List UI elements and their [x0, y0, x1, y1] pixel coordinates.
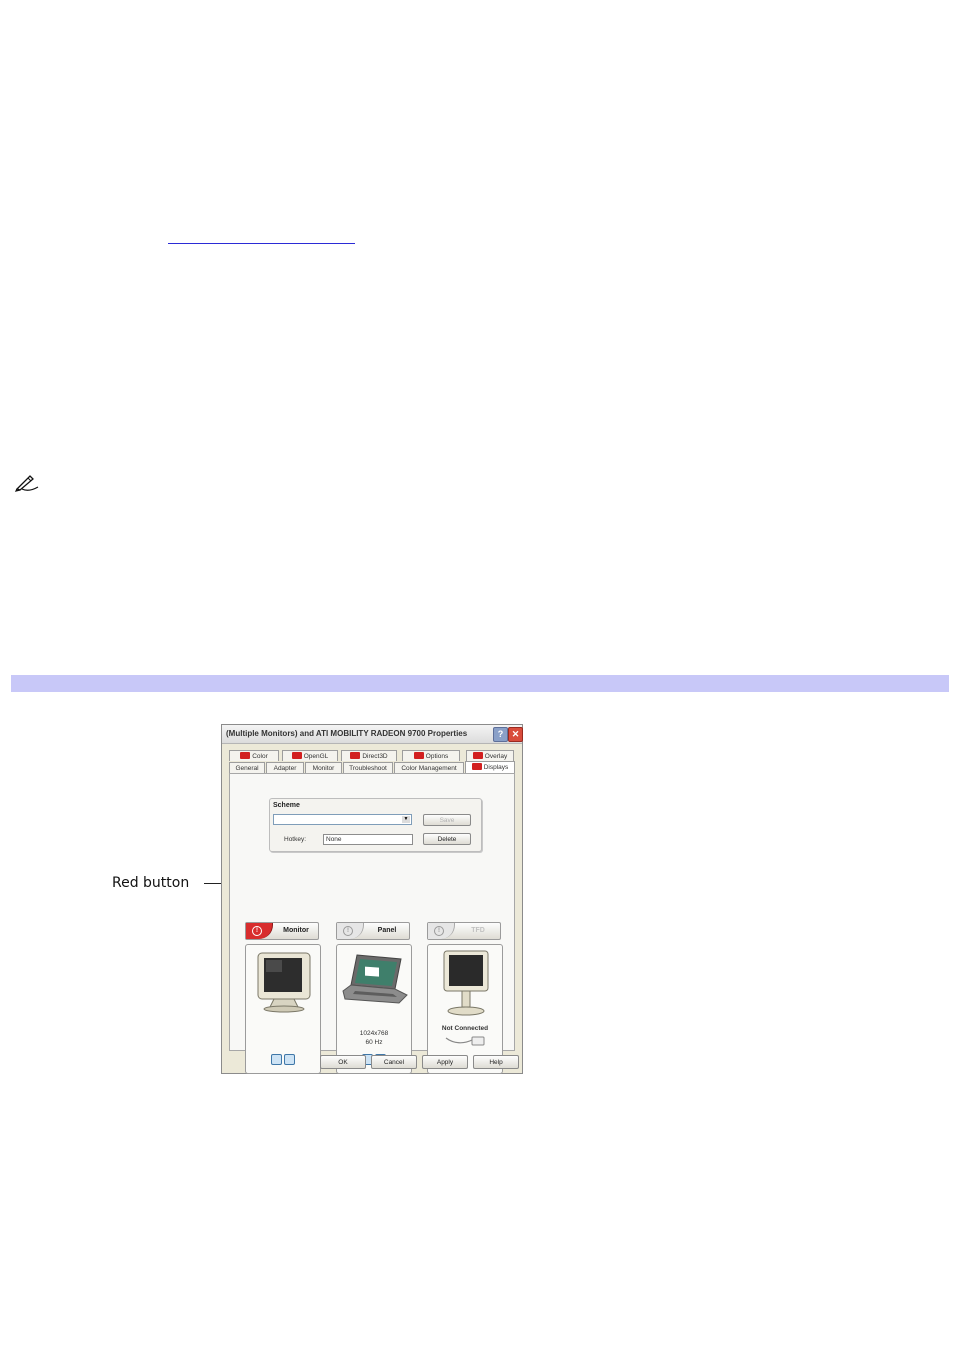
ati-logo-icon: [472, 752, 483, 759]
title-bar: (Multiple Monitors) and ATI MOBILITY RAD…: [222, 725, 523, 744]
toggle-button-tfd[interactable]: ! TFD: [427, 922, 501, 940]
callout-label: Red button: [112, 875, 190, 891]
hotkey-field[interactable]: None: [323, 834, 413, 845]
hotkey-label: Hotkey:: [284, 836, 307, 843]
display-label: Panel: [377, 927, 397, 934]
refresh-text: 60 Hz: [365, 1039, 383, 1046]
flat-panel-monitor-icon: [443, 950, 489, 1016]
properties-dialog: (Multiple Monitors) and ATI MOBILITY RAD…: [221, 724, 523, 1074]
tab-adapter[interactable]: Adapter: [266, 762, 304, 773]
scheme-title: Scheme: [273, 802, 300, 809]
scheme-group: Scheme ▼ Hotkey: None Save Delete: [269, 798, 482, 852]
section-divider-band: [11, 675, 949, 692]
note-pencil-icon: [14, 475, 39, 492]
tab-label: Color: [252, 753, 268, 760]
tab-monitor[interactable]: Monitor: [305, 762, 342, 773]
display-label: TFD: [471, 927, 485, 934]
tab-label: Overlay: [484, 753, 508, 760]
identify-icon[interactable]: [271, 1054, 282, 1065]
settings-icon[interactable]: [284, 1054, 295, 1065]
tab-direct3d[interactable]: Direct3D: [341, 750, 397, 761]
tab-general[interactable]: General: [229, 762, 265, 773]
toggle-button-panel[interactable]: ! Panel: [336, 922, 410, 940]
display-label: Monitor: [283, 927, 309, 934]
tab-troubleshoot[interactable]: Troubleshoot: [343, 762, 393, 773]
tab-label: Direct3D: [362, 753, 388, 760]
tab-label: Options: [425, 753, 449, 760]
ati-logo-icon: [413, 752, 424, 759]
ati-logo-icon: [350, 752, 361, 759]
connection-status: Not Connected: [441, 1025, 489, 1032]
tab-label: OpenGL: [303, 753, 329, 760]
tab-color-management[interactable]: Color Management: [394, 762, 464, 773]
cable-icon: [445, 1036, 485, 1046]
save-button[interactable]: Save: [423, 814, 471, 826]
power-icon: !: [434, 926, 444, 936]
tab-color[interactable]: Color: [229, 750, 279, 761]
delete-button[interactable]: Delete: [423, 833, 471, 845]
tab-overlay[interactable]: Overlay: [466, 750, 514, 761]
help-button[interactable]: Help: [473, 1055, 519, 1069]
laptop-icon: [342, 954, 408, 1004]
resolution-text: 1024x768: [359, 1030, 389, 1037]
tab-options[interactable]: Options: [402, 750, 460, 761]
tab-label: Displays: [483, 764, 509, 771]
ok-button[interactable]: OK: [320, 1055, 366, 1069]
crt-monitor-icon: [257, 952, 311, 1013]
dialog-title: (Multiple Monitors) and ATI MOBILITY RAD…: [226, 729, 468, 738]
apply-button[interactable]: Apply: [422, 1055, 468, 1069]
tab-opengl[interactable]: OpenGL: [282, 750, 338, 761]
hyperlink-underline[interactable]: [168, 243, 355, 244]
ati-logo-icon: [240, 752, 251, 759]
displays-panel: Scheme ▼ Hotkey: None Save Delete ! Moni…: [229, 773, 515, 1074]
help-icon[interactable]: ?: [493, 727, 508, 742]
power-icon: !: [343, 926, 353, 936]
display-card-monitor: [245, 944, 321, 1074]
cancel-button[interactable]: Cancel: [371, 1055, 417, 1069]
chevron-down-icon[interactable]: ▼: [402, 816, 410, 823]
close-icon[interactable]: ✕: [508, 727, 523, 742]
scheme-dropdown[interactable]: ▼: [273, 814, 412, 825]
red-button-monitor[interactable]: ! Monitor: [245, 922, 319, 940]
ati-logo-icon: [471, 763, 482, 770]
ati-logo-icon: [291, 752, 302, 759]
power-icon: !: [252, 926, 262, 936]
